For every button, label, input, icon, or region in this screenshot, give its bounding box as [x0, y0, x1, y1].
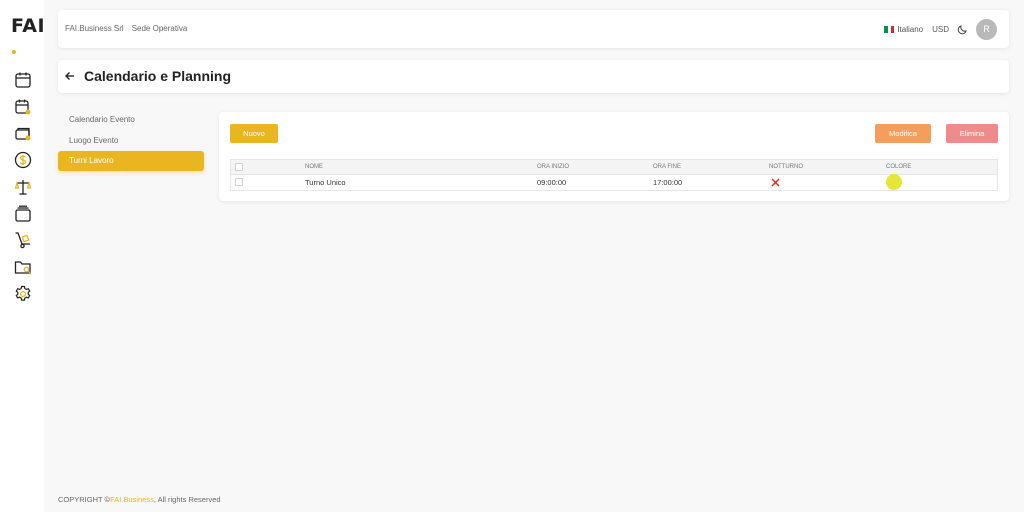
footer-copyright: COPYRIGHT ©FAI.Business, All rights Rese… [58, 495, 221, 504]
column-header-ora-fine[interactable]: ORA FINE [653, 160, 681, 175]
company-info: FAI.Business Srl Sede Operativa [65, 24, 187, 33]
section-menu: Calendario Evento Luogo Evento Turni Lav… [58, 110, 204, 172]
shifts-table: NOME ORA INIZIO ORA FINE NOTTURNO COLORE… [230, 159, 998, 191]
top-header: FAI.Business Srl Sede Operativa Italiano … [58, 10, 1009, 48]
layers-icon[interactable] [14, 205, 32, 223]
menu-item-turni-lavoro[interactable]: Turni Lavoro [58, 151, 204, 171]
currency-selector[interactable]: USD [932, 25, 949, 34]
calendar-user-icon[interactable] [14, 98, 32, 116]
cards-icon[interactable] [14, 124, 32, 142]
language-selector[interactable]: Italiano [897, 25, 923, 34]
location-name[interactable]: Sede Operativa [132, 24, 188, 33]
copyright-prefix: COPYRIGHT © [58, 495, 111, 504]
hand-truck-icon[interactable] [14, 231, 32, 249]
row-checkbox[interactable] [235, 178, 243, 186]
new-button[interactable]: Nuovo [230, 124, 278, 143]
cell-ora-inizio: 09:00:00 [537, 178, 567, 187]
settings-gear-icon[interactable] [14, 285, 32, 303]
left-rail: FAI [0, 0, 45, 512]
menu-item-luogo-evento[interactable]: Luogo Evento [58, 131, 204, 151]
delete-button[interactable]: Elimina [946, 124, 998, 143]
cell-nome: Turno Unico [305, 178, 346, 187]
shifts-panel: Nuovo Modifica Elimina NOME ORA INIZIO O… [219, 112, 1009, 201]
user-avatar[interactable]: R [976, 18, 997, 40]
cross-icon [771, 178, 780, 187]
folder-search-icon[interactable] [14, 258, 32, 276]
app-logo[interactable]: FAI [11, 15, 45, 59]
scales-icon[interactable] [14, 178, 32, 196]
table-row[interactable]: Turno Unico 09:00:00 17:00:00 [231, 174, 997, 190]
menu-item-calendario-evento[interactable]: Calendario Evento [58, 110, 204, 130]
company-name[interactable]: FAI.Business Srl [65, 24, 124, 33]
header-actions: Italiano USD R [884, 18, 997, 40]
copyright-suffix: , All rights Reserved [153, 495, 221, 504]
select-all-checkbox[interactable] [235, 163, 243, 171]
column-header-colore[interactable]: COLORE [886, 160, 911, 175]
column-header-nome[interactable]: NOME [305, 160, 323, 175]
page-title-bar: Calendario e Planning [58, 60, 1009, 93]
column-header-ora-inizio[interactable]: ORA INIZIO [537, 160, 569, 175]
color-swatch [886, 174, 902, 190]
column-header-notturno[interactable]: NOTTURNO [769, 160, 803, 175]
table-header: NOME ORA INIZIO ORA FINE NOTTURNO COLORE [231, 160, 997, 175]
calendar-icon[interactable] [14, 71, 32, 89]
italy-flag-icon [884, 25, 895, 33]
copyright-brand-link[interactable]: FAI.Business [110, 495, 154, 504]
dollar-icon[interactable] [14, 151, 32, 169]
dark-mode-moon-icon[interactable] [957, 24, 968, 35]
back-arrow-icon[interactable] [64, 70, 76, 82]
cell-ora-fine: 17:00:00 [653, 178, 683, 187]
edit-button[interactable]: Modifica [875, 124, 931, 143]
page-title: Calendario e Planning [84, 68, 232, 84]
